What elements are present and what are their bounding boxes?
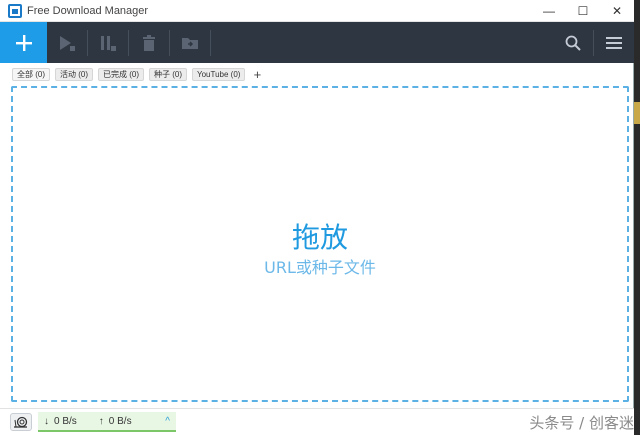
title-bar: Free Download Manager — ☐ ✕ xyxy=(0,0,634,22)
window-title: Free Download Manager xyxy=(27,4,149,17)
minimize-button[interactable]: — xyxy=(532,0,566,22)
chevron-up-icon[interactable]: ^ xyxy=(165,416,170,427)
download-speed-value: 0 B/s xyxy=(54,415,77,427)
close-button[interactable]: ✕ xyxy=(600,0,634,22)
plus-icon xyxy=(15,34,32,51)
tab-all[interactable]: 全部 (0) xyxy=(12,67,50,81)
tab-torrents[interactable]: 种子 (0) xyxy=(149,67,187,81)
upload-speed: ↑ 0 B/s xyxy=(99,416,132,427)
pause-button[interactable] xyxy=(88,22,128,63)
menu-button[interactable] xyxy=(594,22,634,63)
menu-icon xyxy=(606,36,622,49)
trash-icon xyxy=(143,34,155,51)
add-tab-button[interactable]: + xyxy=(250,67,264,82)
toolbar-separator xyxy=(210,29,211,56)
upload-speed-value: 0 B/s xyxy=(108,415,132,427)
watermark: 头条号 / 创客迷 xyxy=(529,414,634,432)
search-icon xyxy=(565,35,581,51)
minimize-icon: — xyxy=(543,3,555,18)
up-arrow-icon: ↑ xyxy=(98,415,104,427)
speed-panel[interactable]: ↓ 0 B/s ↑ 0 B/s ^ xyxy=(38,412,176,432)
pause-icon xyxy=(101,35,116,51)
delete-button[interactable] xyxy=(129,22,169,63)
app-window: Free Download Manager — ☐ ✕ 全部 (0) 活动 (0… xyxy=(0,0,634,435)
desktop-background xyxy=(633,0,640,435)
folder-icon xyxy=(182,37,198,49)
drop-zone[interactable]: 拖放 URL或种子文件 xyxy=(11,86,629,402)
desktop-highlight xyxy=(633,102,640,124)
download-speed: ↓ 0 B/s xyxy=(44,416,77,427)
close-icon: ✕ xyxy=(611,3,623,18)
maximize-button[interactable]: ☐ xyxy=(566,0,600,22)
tab-youtube[interactable]: YouTube (0) xyxy=(192,67,246,81)
tab-completed[interactable]: 已完成 (0) xyxy=(98,67,144,81)
move-button[interactable] xyxy=(170,22,210,63)
snail-icon xyxy=(14,416,28,428)
maximize-icon: ☐ xyxy=(577,3,589,18)
main-toolbar xyxy=(0,22,634,63)
play-icon xyxy=(60,35,75,51)
app-logo-icon xyxy=(8,3,22,18)
down-arrow-icon: ↓ xyxy=(44,415,49,427)
drop-title: 拖放 xyxy=(291,221,348,254)
tab-active[interactable]: 活动 (0) xyxy=(55,67,93,81)
add-download-button[interactable] xyxy=(0,22,47,63)
search-button[interactable] xyxy=(553,22,593,63)
drop-subtitle: URL或种子文件 xyxy=(264,258,376,277)
speed-mode-button[interactable] xyxy=(10,413,32,431)
resume-button[interactable] xyxy=(47,22,87,63)
filter-tabs: 全部 (0) 活动 (0) 已完成 (0) 种子 (0) YouTube (0)… xyxy=(0,63,634,85)
